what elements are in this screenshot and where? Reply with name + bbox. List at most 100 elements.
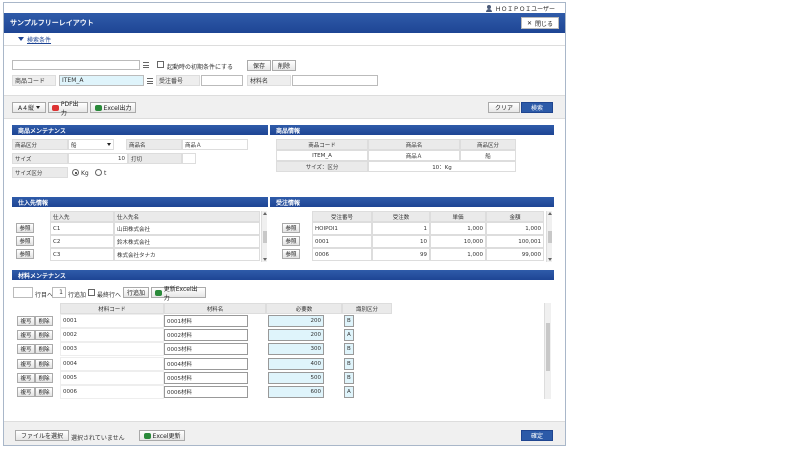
mat-delete-button[interactable]: 削除 (35, 344, 53, 355)
user-info[interactable]: ＨＯＩＰＯＩユーザー (486, 4, 555, 13)
mat-kind-input[interactable]: B (344, 357, 354, 370)
mat-delete-button[interactable]: 削除 (35, 358, 53, 369)
mat-name-input[interactable]: 0003材料 (164, 343, 248, 356)
product-code-input[interactable]: ITEM_A (59, 75, 144, 86)
mat-name-input[interactable]: 0005材料 (164, 371, 248, 384)
vendor-header-name: 仕入先名 (114, 211, 260, 222)
mat-kind-input[interactable]: B (344, 371, 354, 384)
order-price-cell: 1,000 (430, 222, 486, 235)
vendor-ref-button[interactable]: 参照 (16, 236, 34, 246)
mat-delete-button[interactable]: 削除 (35, 316, 53, 326)
order-no-label: 受注番号 (156, 75, 200, 86)
mat-code-cell: 0005 (60, 370, 164, 385)
paper-select[interactable]: A４縦 (12, 102, 46, 113)
mat-name-input[interactable]: 0001材料 (164, 315, 248, 327)
excel-update-button[interactable]: Excel更新 (139, 430, 185, 441)
add-count-input[interactable]: 1 (52, 287, 66, 298)
kind-select[interactable]: 船 (68, 139, 114, 150)
last-row-checkbox[interactable] (88, 289, 95, 296)
user-icon (486, 5, 493, 12)
mat-copy-button[interactable]: 複写 (17, 358, 35, 369)
row-add-button[interactable]: 行追加 (123, 287, 149, 298)
clear-button[interactable]: クリア (488, 102, 520, 113)
material-scrollbar[interactable] (544, 303, 551, 399)
delete-condition-button[interactable]: 削除 (272, 60, 296, 71)
mat-delete-button[interactable]: 削除 (35, 330, 53, 341)
mat-name-input[interactable]: 0004材料 (164, 357, 248, 370)
pdf-label: PDF出力 (60, 100, 79, 117)
keyword-input[interactable] (12, 60, 140, 70)
update-excel-button[interactable]: 更新Excel出力 (151, 286, 206, 302)
search-button[interactable]: 検索 (521, 102, 553, 113)
order-no-cell: HOIPOI1 (312, 222, 372, 235)
mat-name-input[interactable]: 0006材料 (164, 386, 248, 398)
mat-qty-input[interactable]: 300 (268, 343, 324, 356)
info-name: 商品Ａ (368, 150, 460, 161)
mat-header-kind: 識別区分 (342, 303, 392, 314)
radio-kg[interactable] (72, 169, 79, 176)
order-ref-button[interactable]: 参照 (282, 223, 300, 233)
mat-code-cell: 0002 (60, 328, 164, 343)
material-name-label: 材料名 (247, 75, 291, 86)
order-scrollbar[interactable] (546, 211, 552, 262)
startup-checkbox[interactable] (157, 61, 164, 68)
mat-kind-input[interactable]: A (344, 329, 354, 342)
vendor-name-cell: 山田株式会社 (114, 222, 260, 235)
close-icon: ✕ (526, 19, 532, 27)
pdf-export-button[interactable]: PDF出力 (48, 101, 88, 117)
confirm-button[interactable]: 確定 (521, 430, 553, 441)
mat-qty-input[interactable]: 200 (268, 329, 324, 342)
name-label: 商品名 (126, 139, 182, 150)
mat-delete-button[interactable]: 削除 (35, 372, 53, 383)
mat-qty-input[interactable]: 500 (268, 371, 324, 384)
order-ref-button[interactable]: 参照 (282, 236, 300, 246)
mat-copy-button[interactable]: 複写 (17, 372, 35, 383)
product-code-label: 商品コード (12, 75, 56, 86)
mat-qty-input[interactable]: 400 (268, 357, 324, 370)
radio-t-label: t (104, 170, 107, 177)
search-condition-toggle[interactable]: 検索条件 (4, 33, 565, 46)
excel-icon (94, 104, 102, 111)
mat-code-cell: 0001 (60, 314, 164, 328)
mat-copy-button[interactable]: 複写 (17, 330, 35, 341)
name-input[interactable]: 商品Ａ (182, 139, 248, 150)
info-header-kind: 商品区分 (460, 139, 516, 150)
mat-code-cell: 0006 (60, 385, 164, 399)
list-icon[interactable] (143, 62, 149, 70)
mat-delete-button[interactable]: 削除 (35, 387, 53, 397)
vendor-ref-button[interactable]: 参照 (16, 223, 34, 233)
order-ref-button[interactable]: 参照 (282, 249, 300, 259)
order-price-cell: 1,000 (430, 248, 486, 261)
mat-kind-input[interactable]: B (344, 343, 354, 356)
mat-qty-input[interactable]: 600 (268, 386, 324, 398)
list-icon[interactable] (147, 78, 153, 86)
save-condition-button[interactable]: 保存 (247, 60, 271, 71)
vendor-scrollbar[interactable] (261, 211, 267, 262)
mat-code-cell: 0003 (60, 342, 164, 357)
mat-qty-input[interactable]: 200 (268, 315, 324, 327)
note-checkbox[interactable] (182, 153, 196, 164)
excel-update-label: Excel更新 (152, 433, 181, 440)
order-amount-cell: 100,001 (486, 235, 544, 248)
order-price-cell: 10,000 (430, 235, 486, 248)
mat-kind-input[interactable]: A (344, 386, 354, 398)
material-name-input[interactable] (292, 75, 378, 86)
radio-t[interactable] (95, 169, 102, 176)
mat-kind-input[interactable]: B (344, 315, 354, 327)
excel-export-button[interactable]: Excel出力 (90, 102, 136, 113)
mat-copy-button[interactable]: 複写 (17, 387, 35, 397)
mat-copy-button[interactable]: 複写 (17, 316, 35, 326)
close-button[interactable]: ✕ 閉じる (520, 17, 559, 29)
mat-name-input[interactable]: 0002材料 (164, 329, 248, 342)
mat-copy-button[interactable]: 複写 (17, 344, 35, 355)
mat-header-name: 材料名 (164, 303, 266, 314)
file-select-button[interactable]: ファイルを選択 (15, 430, 69, 441)
excel-icon (143, 432, 151, 439)
row-to-input[interactable] (13, 287, 33, 298)
order-no-input[interactable] (201, 75, 243, 86)
order-amount-cell: 1,000 (486, 222, 544, 235)
product-maint-header: 商品メンテナンス (12, 125, 268, 135)
size-input[interactable]: 10 (68, 153, 128, 164)
vendor-ref-button[interactable]: 参照 (16, 249, 34, 259)
search-condition-label: 検索条件 (27, 36, 52, 44)
